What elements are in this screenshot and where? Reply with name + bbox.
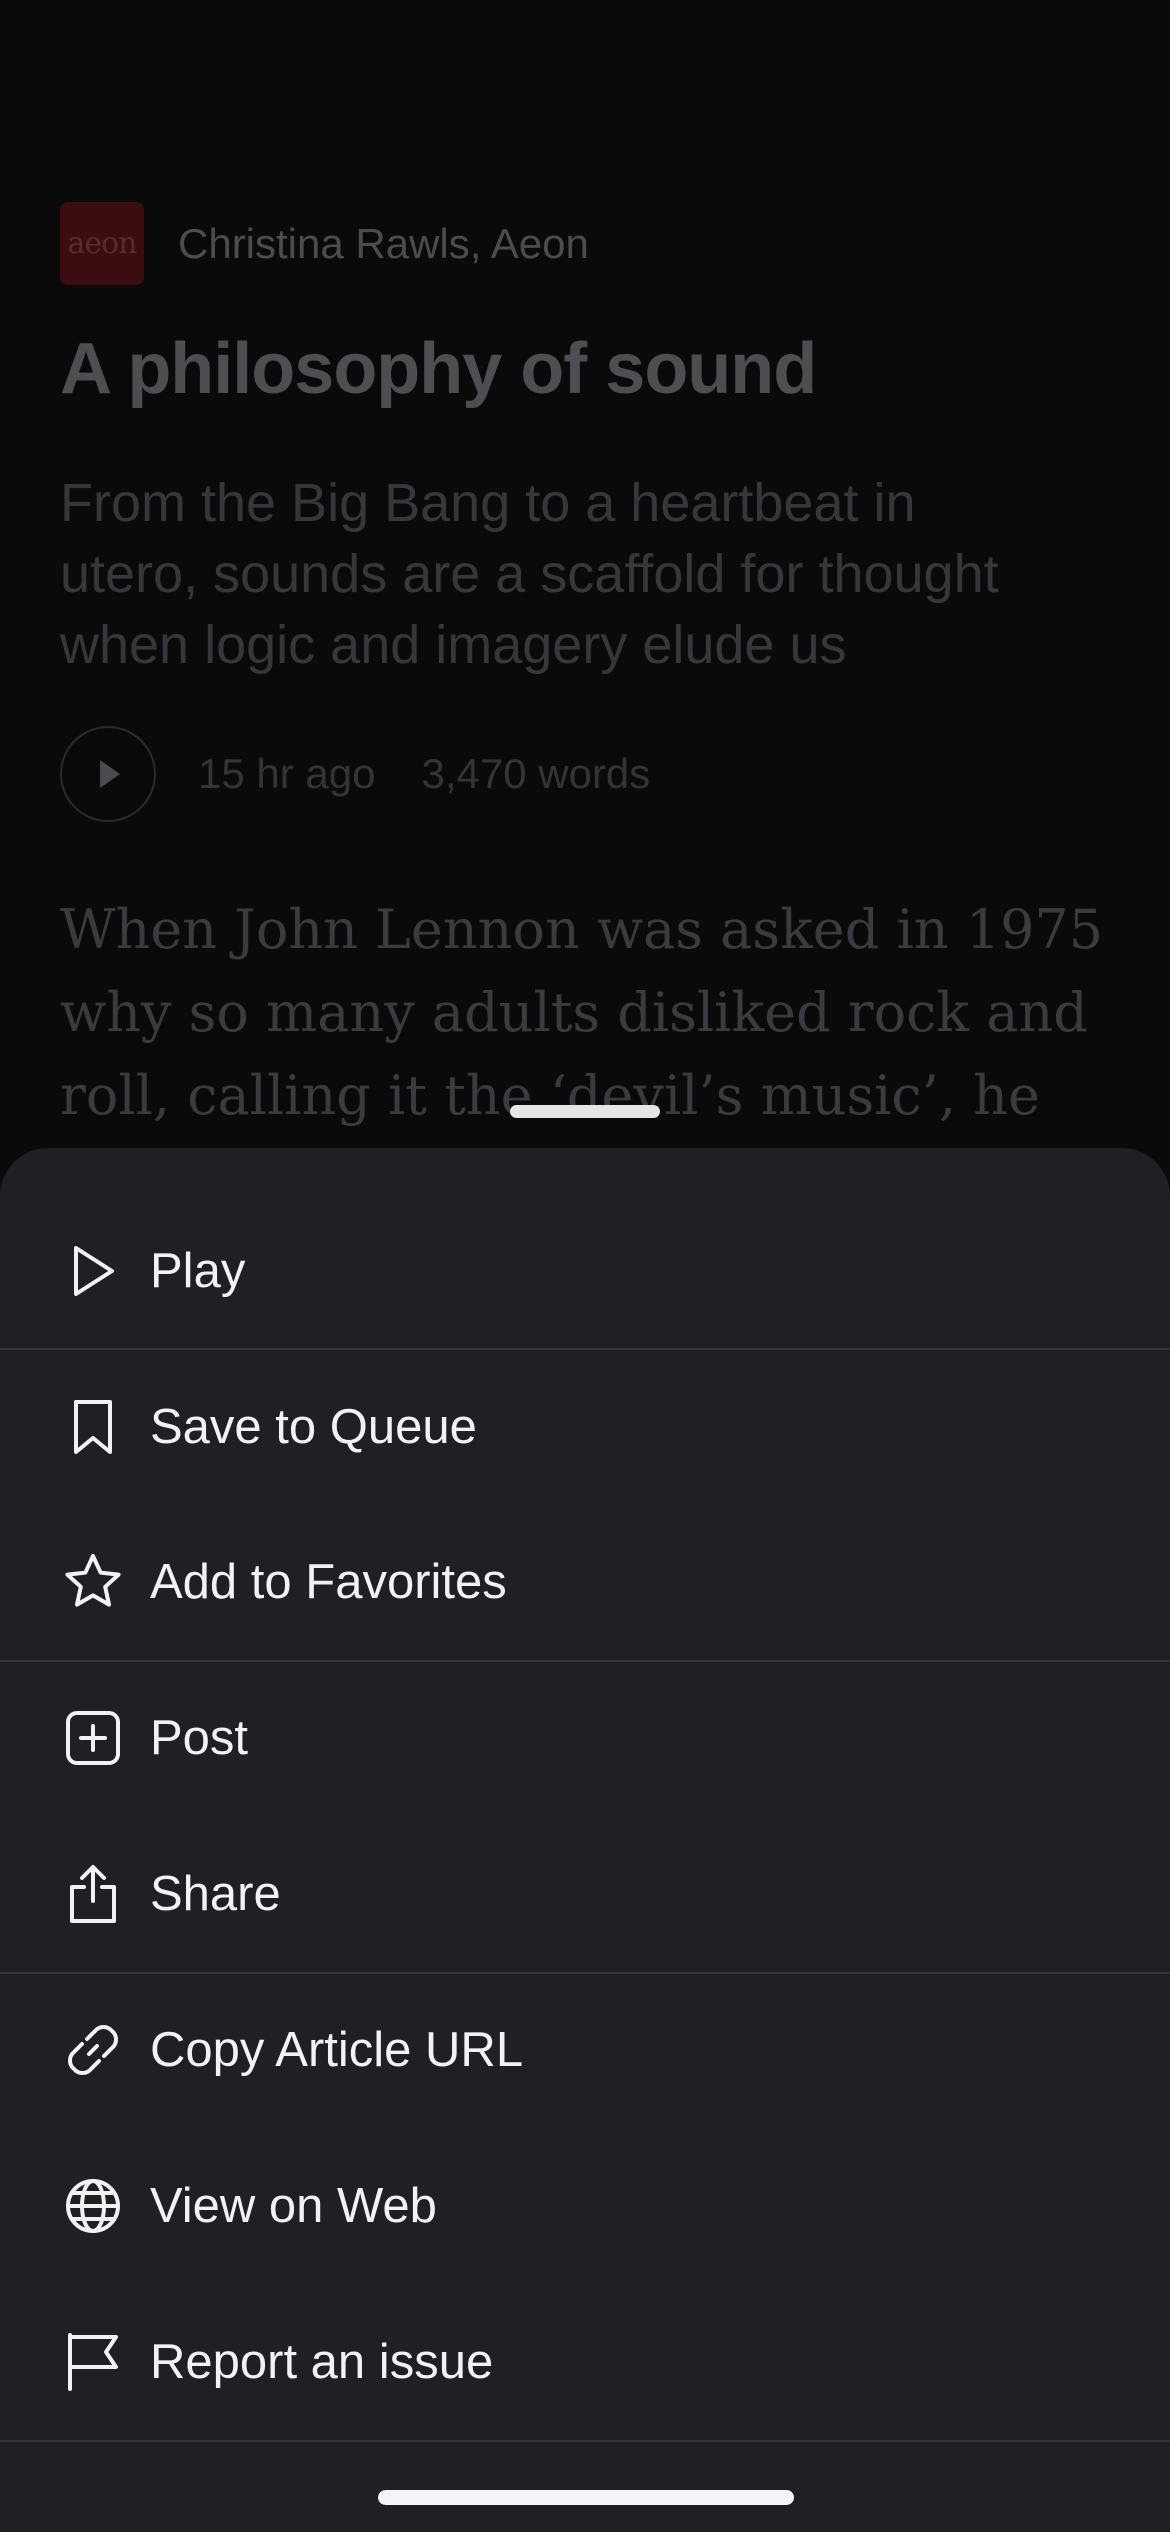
menu-item-report-an-issue[interactable]: Report an issue bbox=[0, 2284, 1170, 2439]
body-line: why so many adults disliked rock and bbox=[60, 981, 1088, 1044]
article-title: A philosophy of sound bbox=[60, 329, 817, 409]
audio-play-button[interactable] bbox=[60, 726, 156, 822]
article-background: aeon Christina Rawls, Aeon A philosophy … bbox=[0, 0, 1170, 1200]
subtitle-line: From the Big Bang to a heartbeat in bbox=[60, 473, 916, 533]
menu-item-label: Play bbox=[150, 1243, 246, 1298]
bookmark-icon bbox=[62, 1396, 124, 1458]
article-body: When John Lennon was asked in 1975 why s… bbox=[60, 888, 1140, 1137]
plus-square-icon bbox=[62, 1707, 124, 1769]
publisher-logo: aeon bbox=[60, 202, 144, 285]
author-name: Christina Rawls, Aeon bbox=[178, 219, 589, 267]
body-line: When John Lennon was asked in 1975 bbox=[60, 898, 1104, 961]
word-count: 3,470 words bbox=[421, 750, 651, 797]
subtitle-line: when logic and imagery elude us bbox=[60, 615, 847, 675]
play-icon bbox=[62, 1240, 124, 1302]
menu-item-save-to-queue[interactable]: Save to Queue bbox=[0, 1349, 1170, 1504]
share-icon bbox=[62, 1863, 124, 1925]
sheet-grabber[interactable] bbox=[510, 1105, 660, 1118]
subtitle-line: utero, sounds are a scaffold for thought bbox=[60, 544, 999, 604]
menu-item-label: Add to Favorites bbox=[150, 1554, 507, 1609]
article-subtitle: From the Big Bang to a heartbeat in uter… bbox=[60, 468, 1120, 681]
link-icon bbox=[62, 2019, 124, 2081]
screen: aeon Christina Rawls, Aeon A philosophy … bbox=[0, 0, 1170, 2532]
menu-item-post[interactable]: Post bbox=[0, 1660, 1170, 1815]
article-meta: 15 hr ago 3,470 words bbox=[60, 726, 650, 822]
menu-item-label: View on Web bbox=[150, 2178, 437, 2233]
flag-icon bbox=[62, 2331, 124, 2393]
menu-item-copy-article-url[interactable]: Copy Article URL bbox=[0, 1972, 1170, 2127]
globe-icon bbox=[62, 2175, 124, 2237]
menu-item-label: Share bbox=[150, 1866, 281, 1921]
menu-item-play[interactable]: Play bbox=[0, 1193, 1170, 1348]
menu-item-label: Copy Article URL bbox=[150, 2022, 524, 2077]
play-icon bbox=[100, 760, 120, 788]
menu-item-share[interactable]: Share bbox=[0, 1816, 1170, 1971]
byline: aeon Christina Rawls, Aeon bbox=[60, 202, 589, 285]
home-indicator[interactable] bbox=[378, 2490, 794, 2505]
menu-item-label: Save to Queue bbox=[150, 1399, 477, 1454]
menu-item-label: Report an issue bbox=[150, 2334, 494, 2389]
time-ago: 15 hr ago bbox=[198, 750, 376, 797]
menu-item-label: Post bbox=[150, 1710, 249, 1765]
star-icon bbox=[62, 1551, 124, 1613]
publisher-logo-text: aeon bbox=[67, 226, 137, 261]
divider bbox=[0, 2440, 1170, 2442]
action-sheet: Play Save to Queue Add to Favorites Post… bbox=[0, 1148, 1170, 2532]
menu-item-add-to-favorites[interactable]: Add to Favorites bbox=[0, 1504, 1170, 1659]
menu-item-view-on-web[interactable]: View on Web bbox=[0, 2128, 1170, 2283]
